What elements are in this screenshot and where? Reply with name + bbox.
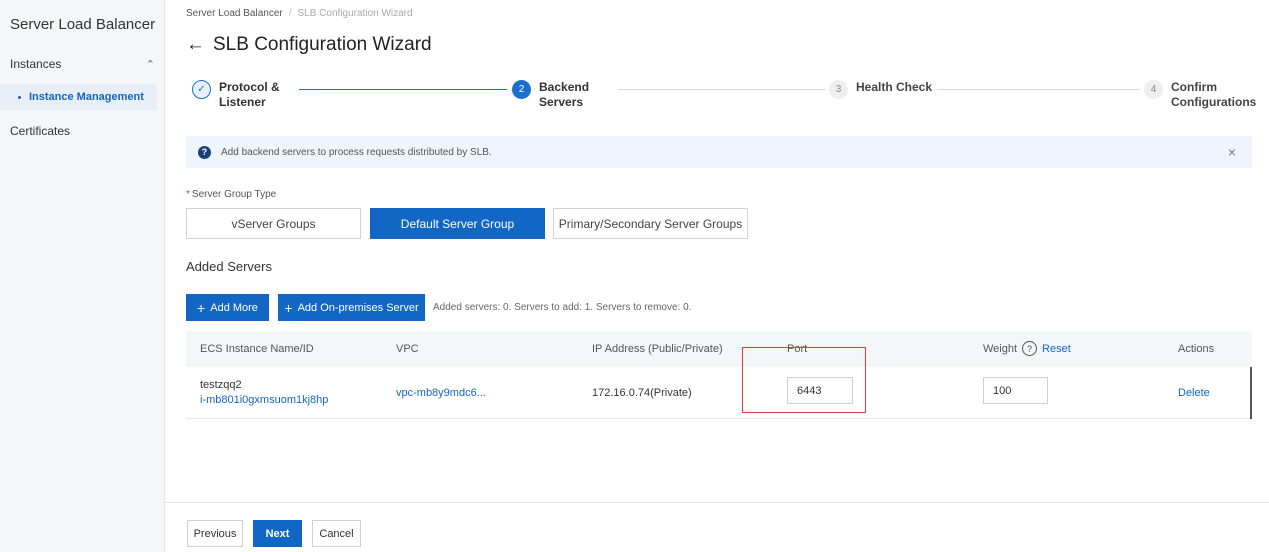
step-label: Configurations [1171, 95, 1257, 109]
question-icon: ? [198, 145, 211, 159]
added-servers-summary: Added servers: 0. Servers to add: 1. Ser… [433, 302, 692, 313]
notice-text: Add backend servers to process requests … [221, 146, 492, 158]
help-icon[interactable]: ? [1022, 341, 1038, 356]
ip-address: 172.16.0.74(Private) [592, 387, 692, 399]
step-health-check: 3 Health Check [829, 80, 932, 99]
header-name: ECS Instance Name/ID [200, 343, 314, 355]
page-header: ← SLB Configuration Wizard [186, 34, 432, 56]
breadcrumb-root[interactable]: Server Load Balancer [186, 8, 283, 19]
breadcrumb-current: SLB Configuration Wizard [297, 8, 413, 19]
weight-input[interactable] [983, 377, 1048, 404]
delete-link[interactable]: Delete [1178, 387, 1210, 399]
header-actions: Actions [1178, 343, 1215, 355]
port-highlight-box [742, 347, 866, 413]
sidebar: Server Load Balancer Instances ⌃ Instanc… [0, 0, 165, 552]
header-ip: IP Address (Public/Private) [592, 343, 723, 355]
step-number: 2 [512, 80, 531, 99]
back-arrow-icon[interactable]: ← [186, 34, 205, 56]
step-number: 3 [829, 80, 848, 99]
option-primary-secondary-groups[interactable]: Primary/Secondary Server Groups [553, 208, 748, 239]
sidebar-group-instances[interactable]: Instances ⌃ [10, 56, 155, 72]
step-connector [618, 89, 826, 90]
check-icon: ✓ [192, 80, 211, 99]
server-group-type-label: * Server Group Type [186, 189, 277, 200]
scrollbar[interactable] [1250, 367, 1252, 419]
step-backend-servers: 2 Backend Servers [512, 80, 589, 110]
cancel-button[interactable]: Cancel [312, 520, 361, 547]
add-onprem-server-button[interactable]: + Add On-premises Server [278, 294, 425, 321]
table-row: testzqq2 i-mb801i0gxmsuom1kj8hp vpc-mb8y… [186, 367, 1252, 419]
table-header: ECS Instance Name/ID VPC IP Address (Pub… [186, 331, 1252, 367]
step-number: 4 [1144, 80, 1163, 99]
sidebar-item-label: Instance Management [29, 91, 144, 103]
reset-weight-link[interactable]: Reset [1042, 343, 1071, 355]
option-vserver-groups[interactable]: vServer Groups [186, 208, 361, 239]
servers-table: ECS Instance Name/ID VPC IP Address (Pub… [186, 331, 1252, 419]
step-label: Servers [539, 95, 584, 109]
required-marker: * [186, 189, 190, 200]
option-default-server-group[interactable]: Default Server Group [370, 208, 545, 239]
step-label: Listener [219, 95, 266, 109]
step-connector [937, 89, 1140, 90]
step-label: Backend [539, 80, 590, 94]
step-label: Confirm [1171, 80, 1217, 94]
plus-icon: + [284, 299, 293, 316]
chevron-up-icon: ⌃ [145, 58, 155, 71]
breadcrumb: Server Load Balancer / SLB Configuration… [186, 8, 413, 19]
step-label: Protocol & [219, 80, 280, 94]
add-more-button[interactable]: + Add More [186, 294, 269, 321]
plus-icon: + [197, 299, 206, 316]
footer-bar: Previous Next Cancel [165, 502, 1269, 552]
step-connector [299, 89, 507, 90]
breadcrumb-separator: / [288, 8, 292, 19]
bullet-icon [18, 95, 21, 99]
added-servers-title: Added Servers [186, 259, 272, 274]
header-weight: Weight ? Reset [983, 341, 1071, 356]
step-protocol-listener: ✓ Protocol & Listener [192, 80, 280, 110]
header-vpc: VPC [396, 343, 419, 355]
info-notice: ? Add backend servers to process request… [186, 136, 1252, 168]
step-label: Health Check [856, 80, 933, 94]
sidebar-item-certificates[interactable]: Certificates [10, 124, 70, 138]
page-title: SLB Configuration Wizard [213, 34, 432, 55]
close-icon[interactable]: × [1228, 144, 1236, 160]
previous-button[interactable]: Previous [187, 520, 243, 547]
sidebar-item-instance-management[interactable]: Instance Management [0, 84, 157, 110]
sidebar-title: Server Load Balancer [10, 16, 156, 33]
wizard-steps: ✓ Protocol & Listener 2 Backend Servers 3 … [192, 80, 1262, 120]
sidebar-group-label: Instances [10, 57, 62, 71]
instance-id-link[interactable]: i-mb801i0gxmsuom1kj8hp [200, 394, 328, 406]
vpc-link[interactable]: vpc-mb8y9mdc6... [396, 387, 486, 399]
instance-name: testzqq2 [200, 379, 242, 391]
step-confirm: 4 Confirm Configurations [1144, 80, 1256, 110]
next-button[interactable]: Next [253, 520, 302, 547]
